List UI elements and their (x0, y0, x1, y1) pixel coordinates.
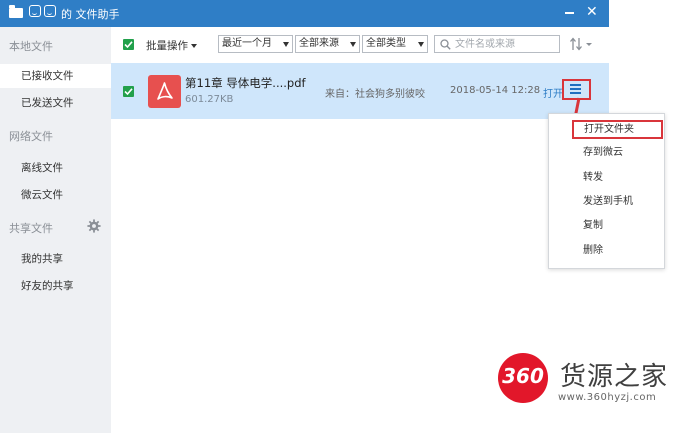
checkbox-icon (124, 41, 133, 49)
source-filter-select[interactable]: 全部来源 (295, 35, 360, 53)
menu-icon (570, 84, 581, 86)
sidebar-item-offline[interactable]: 离线文件 (0, 156, 111, 180)
menu-icon (570, 88, 581, 90)
file-size: 601.27KB (185, 94, 234, 105)
select-all-checkbox[interactable] (123, 39, 134, 50)
checkbox-icon (124, 88, 133, 96)
chevron-down-icon (191, 44, 197, 48)
folder-icon (9, 5, 23, 18)
more-menu-button[interactable] (562, 79, 591, 100)
watermark-logo-text: 360 (502, 364, 544, 388)
watermark-title: 货源之家 (560, 362, 669, 392)
emoji-icon (44, 5, 56, 17)
search-icon (440, 39, 451, 50)
chevron-down-icon (283, 42, 289, 47)
context-menu: 打开文件夹 存到微云 转发 发送到手机 复制 删除 (548, 113, 665, 269)
menu-icon (570, 92, 581, 94)
file-name[interactable]: 第11章 导体电学....pdf (185, 75, 306, 91)
sidebar-item-friend-share[interactable]: 好友的共享 (0, 274, 111, 298)
window-title: 的 文件助手 (61, 8, 120, 21)
menu-item-forward[interactable]: 转发 (549, 167, 664, 189)
sidebar-item-my-share[interactable]: 我的共享 (0, 247, 111, 271)
sidebar-group-network: 网络文件 (9, 130, 53, 143)
minimize-icon[interactable] (565, 12, 574, 14)
search-input[interactable] (455, 37, 555, 51)
file-timestamp: 2018-05-14 12:28 (450, 85, 541, 96)
watermark-url: www.360hyzj.com (558, 392, 657, 403)
gear-icon[interactable] (87, 219, 101, 233)
close-icon[interactable]: ✕ (586, 4, 598, 20)
menu-item-save-to-weiyun[interactable]: 存到微云 (549, 142, 664, 164)
title-bar: 的 文件助手 ✕ (0, 0, 609, 27)
pdf-icon (148, 75, 181, 108)
file-row-checkbox[interactable] (123, 86, 134, 97)
emoji-icon (29, 5, 41, 17)
menu-item-send-to-phone[interactable]: 发送到手机 (549, 191, 664, 213)
batch-operations-label: 批量操作 (146, 40, 188, 52)
sort-icon[interactable] (569, 36, 595, 52)
menu-item-delete[interactable]: 删除 (549, 240, 664, 262)
file-row[interactable]: 第11章 导体电学....pdf 601.27KB 来自：社会狗多别彼咬 201… (111, 63, 609, 119)
chevron-down-icon (418, 42, 424, 47)
type-filter-select[interactable]: 全部类型 (362, 35, 428, 53)
sidebar-group-shared: 共享文件 (9, 222, 53, 235)
sidebar-item-sent[interactable]: 已发送文件 (0, 91, 111, 115)
search-box[interactable] (434, 35, 560, 53)
menu-item-copy[interactable]: 复制 (549, 215, 664, 237)
chevron-down-icon (350, 42, 356, 47)
toolbar: 批量操作 最近一个月 全部来源 全部类型 (111, 27, 609, 63)
source-filter-value: 全部来源 (299, 38, 339, 49)
batch-operations-dropdown[interactable]: 批量操作 (146, 38, 197, 53)
time-filter-select[interactable]: 最近一个月 (218, 35, 293, 53)
open-file-link[interactable]: 打开 (543, 85, 563, 100)
sidebar-item-received[interactable]: 已接收文件 (0, 64, 111, 88)
type-filter-value: 全部类型 (366, 38, 406, 49)
time-filter-value: 最近一个月 (222, 38, 272, 49)
file-source: 来自：社会狗多别彼咬 (325, 89, 425, 100)
sidebar-group-local: 本地文件 (9, 40, 53, 53)
sidebar: 本地文件 已接收文件 已发送文件 网络文件 离线文件 微云文件 共享文件 我的共… (0, 27, 111, 433)
menu-item-open-folder[interactable]: 打开文件夹 (572, 120, 663, 139)
watermark-logo: 360 (498, 353, 548, 403)
sidebar-item-weiyun[interactable]: 微云文件 (0, 183, 111, 207)
